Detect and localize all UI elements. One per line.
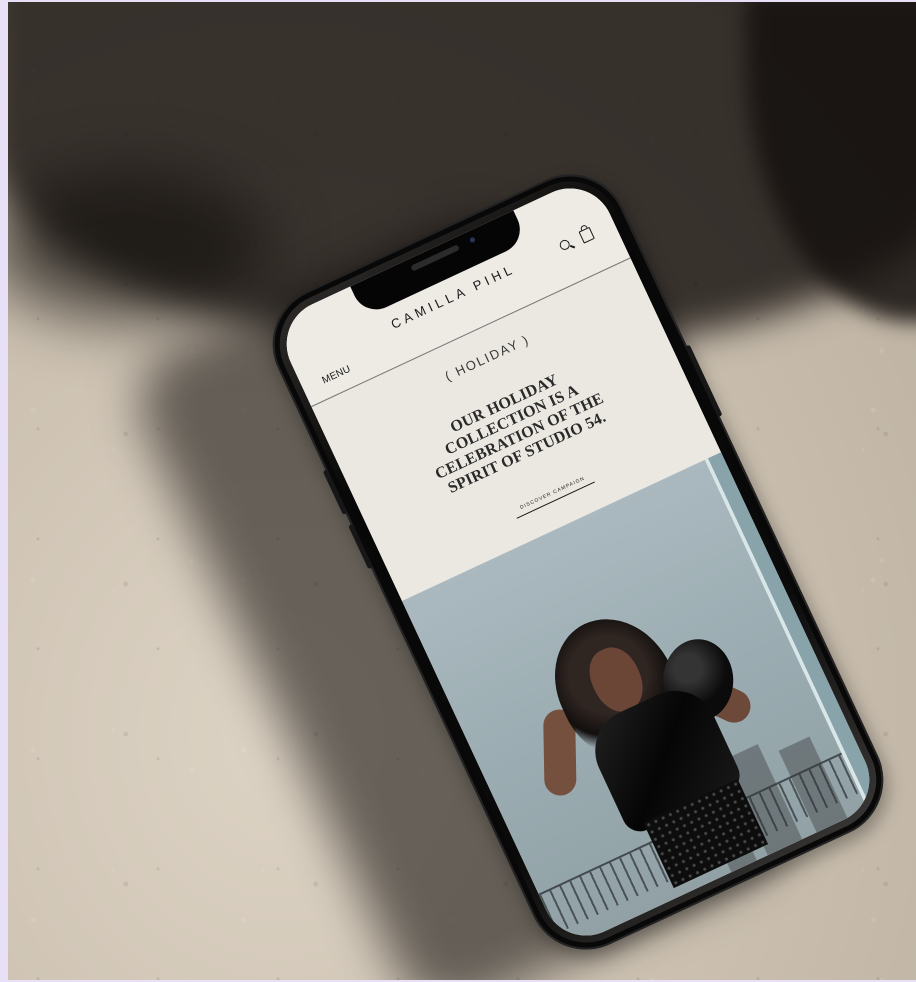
front-camera-icon xyxy=(466,233,479,246)
shopping-bag-icon[interactable] xyxy=(578,226,595,244)
discover-campaign-link[interactable]: DISCOVER CAMPAIGN xyxy=(512,472,595,519)
search-icon[interactable] xyxy=(558,238,572,252)
header-actions xyxy=(557,223,605,260)
menu-button[interactable]: MENU xyxy=(320,364,352,387)
photo-scene: MENU CAMILLA PIHL ( HOLIDAY ) OUR HOLIDA… xyxy=(8,2,916,980)
